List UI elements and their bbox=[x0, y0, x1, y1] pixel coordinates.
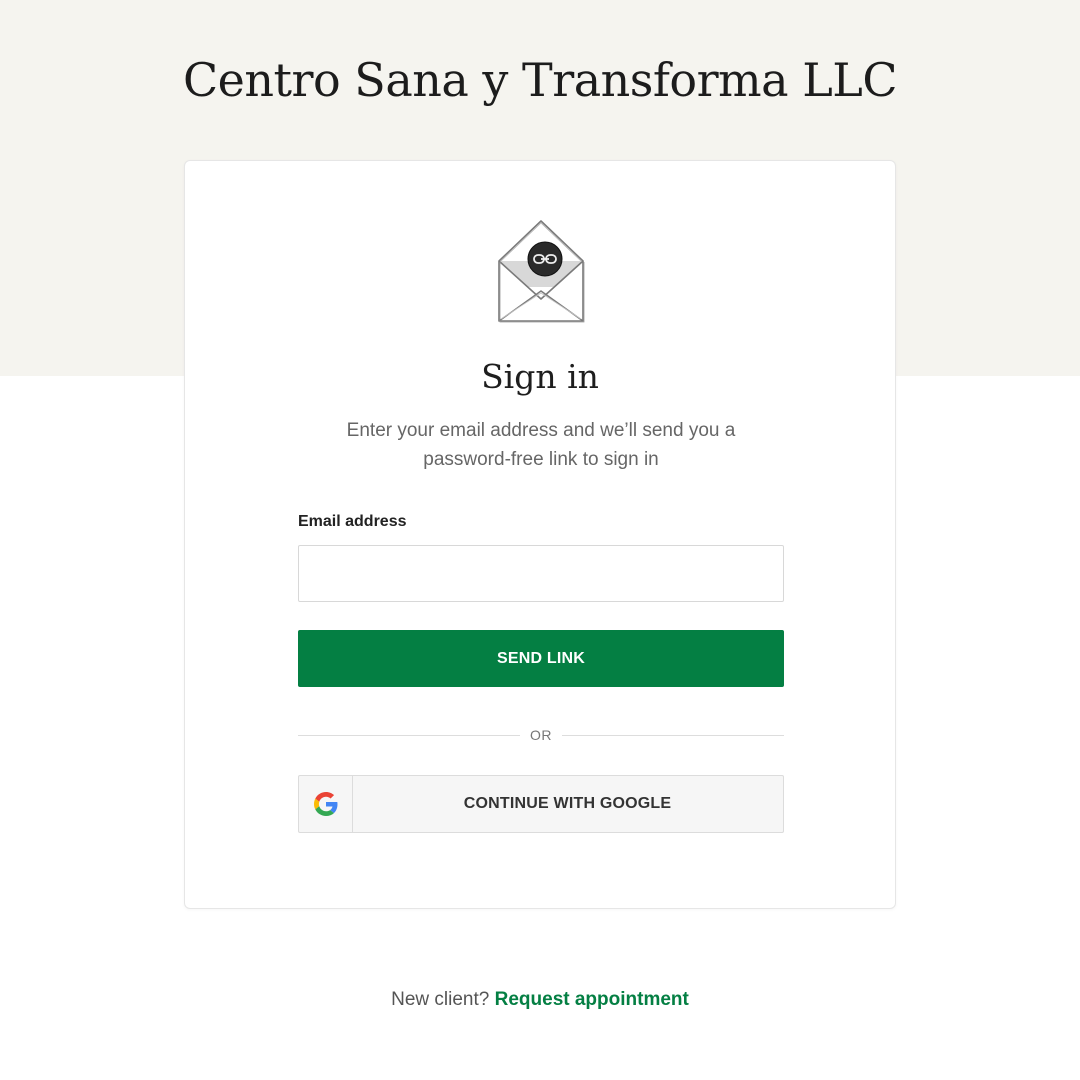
envelope-link-icon bbox=[491, 217, 591, 327]
google-icon bbox=[299, 776, 353, 832]
email-label: Email address bbox=[298, 513, 407, 530]
email-input[interactable] bbox=[298, 545, 784, 602]
signin-card: Sign in Enter your email address and we’… bbox=[184, 160, 896, 909]
continue-with-google-button[interactable]: CONTINUE WITH GOOGLE bbox=[298, 775, 784, 833]
signin-description: Enter your email address and we’ll send … bbox=[346, 420, 736, 470]
or-divider: OR bbox=[298, 725, 784, 747]
signin-title: Sign in bbox=[481, 357, 599, 396]
send-link-button[interactable]: SEND LINK bbox=[298, 630, 784, 687]
practice-name: Centro Sana y Transforma LLC bbox=[182, 53, 898, 107]
divider-line-right bbox=[562, 735, 784, 736]
footer: New client? Request appointment bbox=[0, 987, 1080, 1013]
google-button-label: CONTINUE WITH GOOGLE bbox=[463, 795, 672, 812]
request-appointment-link[interactable]: Request appointment bbox=[495, 989, 689, 1010]
new-client-prompt: New client? bbox=[391, 989, 490, 1010]
